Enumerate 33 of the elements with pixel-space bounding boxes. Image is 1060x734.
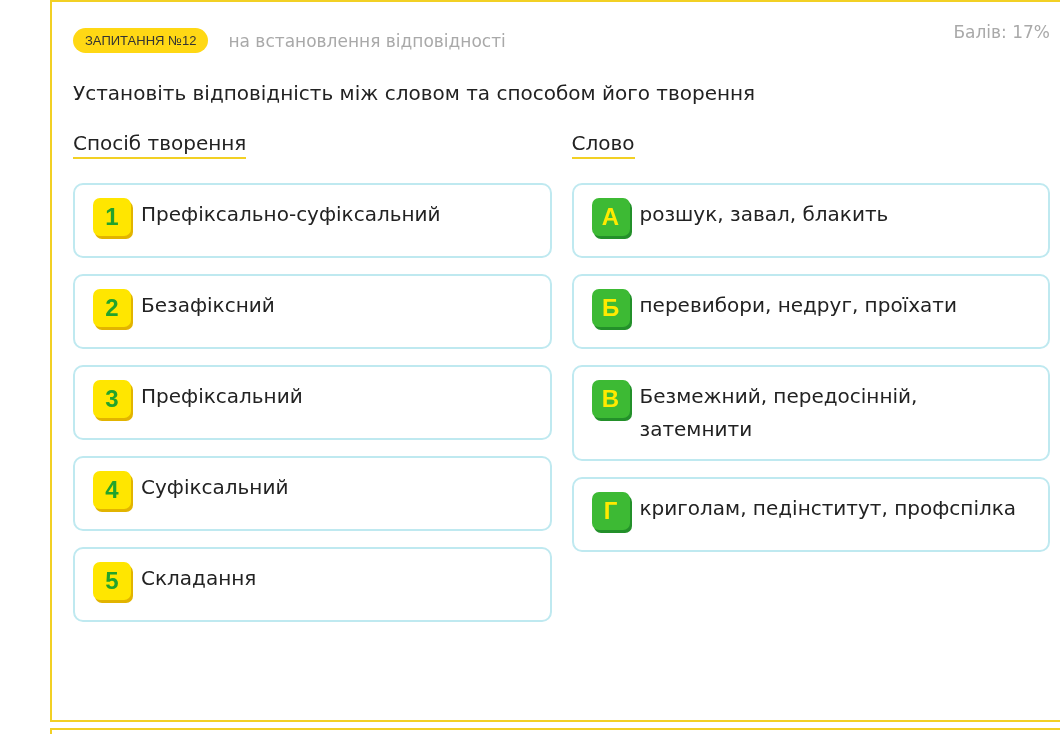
match-option-card[interactable]: 5 Складання xyxy=(73,547,552,622)
option-text: Безмежний, передосінній, затемнити xyxy=(639,383,919,443)
letter-marker: Б xyxy=(591,289,630,327)
score-label: Балів: 17% xyxy=(953,22,1050,42)
number-marker: 5 xyxy=(93,562,131,600)
question-prompt: Установіть відповідність між словом та способом його творення xyxy=(73,81,757,105)
question-number-badge: ЗАПИТАННЯ №12 xyxy=(73,28,209,53)
column-heading: Слово xyxy=(571,131,635,159)
option-text: Префіксально-суфіксальний xyxy=(141,201,441,228)
number-marker: 3 xyxy=(93,380,131,418)
letter-marker: Г xyxy=(591,492,630,530)
number-marker: 1 xyxy=(93,198,131,236)
option-text: розшук, завал, блакить xyxy=(639,201,889,228)
number-marker: 2 xyxy=(93,289,131,327)
option-text: Суфіксальний xyxy=(141,474,289,501)
match-option-card[interactable]: 2 Безафіксний xyxy=(73,274,552,349)
match-option-card[interactable]: 1 Префіксально-суфіксальний xyxy=(73,183,552,258)
match-option-card[interactable]: Г криголам, педінститут, профспілка xyxy=(571,477,1050,552)
letter-marker: А xyxy=(591,198,630,236)
match-option-card[interactable]: 3 Префіксальний xyxy=(73,365,552,440)
match-option-card[interactable]: 4 Суфіксальний xyxy=(73,456,552,531)
option-text: Префіксальний xyxy=(141,383,303,410)
option-text: Безафіксний xyxy=(141,292,275,319)
option-text: перевибори, недруг, проїхати xyxy=(639,292,957,319)
question-type-label: на встановлення відповідності xyxy=(228,30,507,51)
option-text: Складання xyxy=(141,565,257,592)
option-text: криголам, педінститут, профспілка xyxy=(639,495,1017,522)
match-option-card[interactable]: В Безмежний, передосінній, затемнити xyxy=(571,365,1050,461)
number-marker: 4 xyxy=(93,471,131,509)
column-heading: Спосіб творення xyxy=(73,131,247,159)
letter-marker: В xyxy=(591,380,630,418)
match-option-card[interactable]: А розшук, завал, блакить xyxy=(571,183,1050,258)
match-option-card[interactable]: Б перевибори, недруг, проїхати xyxy=(571,274,1050,349)
